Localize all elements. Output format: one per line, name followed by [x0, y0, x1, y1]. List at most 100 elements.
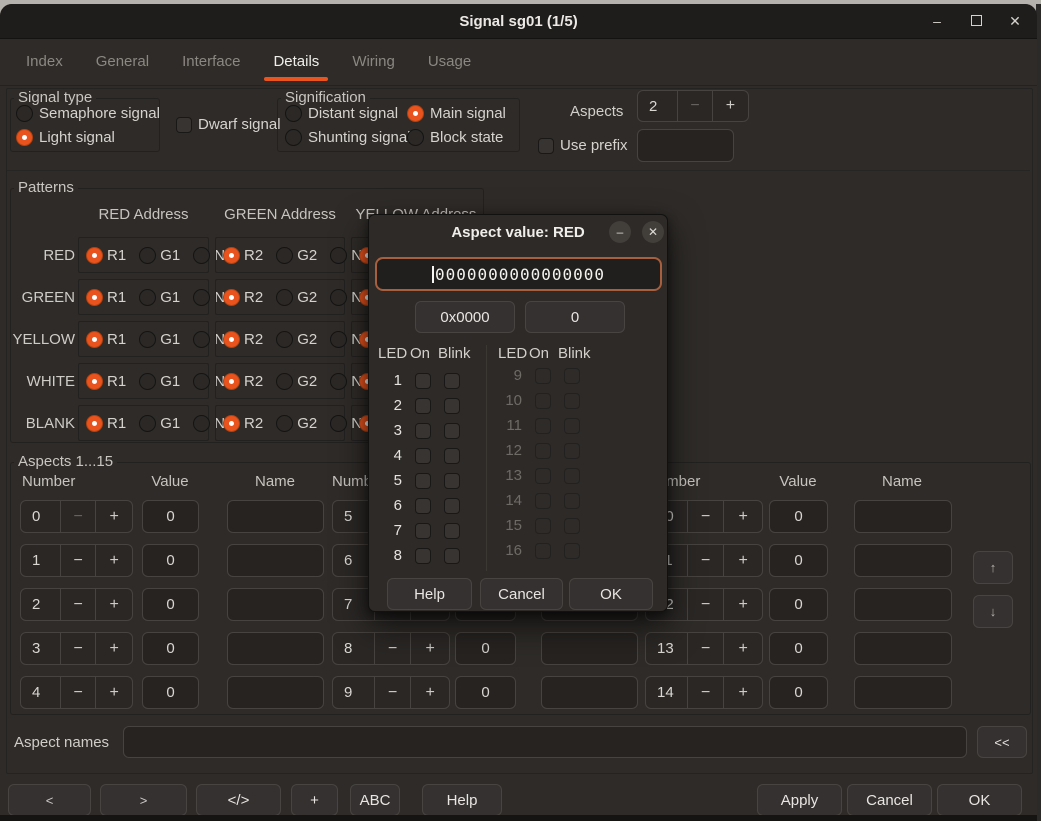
radio-icon[interactable]: [276, 289, 293, 306]
tab-general[interactable]: General: [96, 38, 149, 85]
dialog-minimize-icon[interactable]: –: [609, 221, 631, 243]
aspect-name-field[interactable]: [854, 544, 952, 577]
aspect-number-value[interactable]: 3: [21, 633, 60, 664]
aspect-name-field[interactable]: [227, 500, 324, 533]
number-plus-button[interactable]: +: [723, 501, 762, 532]
number-minus-button[interactable]: −: [374, 677, 411, 708]
tab-details[interactable]: Details: [273, 38, 319, 85]
checkbox-icon[interactable]: [176, 117, 192, 133]
radio-icon[interactable]: [139, 415, 156, 432]
radio-icon[interactable]: [276, 331, 293, 348]
led-blink-checkbox[interactable]: [444, 448, 460, 464]
footer-cancel-button[interactable]: Cancel: [847, 784, 932, 816]
footer-add-button[interactable]: +: [291, 784, 338, 816]
minimize-icon[interactable]: –: [929, 14, 945, 28]
radio-icon[interactable]: [86, 331, 103, 348]
number-minus-button[interactable]: −: [374, 633, 411, 664]
radio-icon[interactable]: [139, 331, 156, 348]
radio-icon[interactable]: [330, 289, 347, 306]
collapse-button[interactable]: <<: [977, 726, 1027, 758]
prefix-input[interactable]: [637, 129, 734, 162]
aspect-value-field[interactable]: 0: [769, 544, 828, 577]
led-blink-checkbox[interactable]: [444, 373, 460, 389]
led-blink-checkbox[interactable]: [444, 498, 460, 514]
aspect-names-input[interactable]: [123, 726, 967, 758]
maximize-icon[interactable]: [968, 14, 984, 28]
move-up-button[interactable]: ↑: [973, 551, 1013, 584]
number-plus-button[interactable]: +: [723, 545, 762, 576]
tab-interface[interactable]: Interface: [182, 38, 240, 85]
number-minus-button[interactable]: −: [60, 677, 96, 708]
radio-icon[interactable]: [86, 247, 103, 264]
aspect-name-field[interactable]: [541, 676, 638, 709]
pattern-radio-r1[interactable]: R1: [86, 247, 126, 264]
dialog-close-icon[interactable]: ✕: [642, 221, 664, 243]
footer-ok-button[interactable]: OK: [937, 784, 1022, 816]
radio-icon[interactable]: [276, 247, 293, 264]
aspect-name-field[interactable]: [227, 676, 324, 709]
radio-icon[interactable]: [276, 373, 293, 390]
modal-cancel-button[interactable]: Cancel: [480, 578, 563, 610]
number-plus-button[interactable]: +: [95, 633, 132, 664]
aspects-value[interactable]: 2: [638, 91, 677, 121]
pattern-radio-r2[interactable]: R2: [223, 247, 263, 264]
radio-icon[interactable]: [193, 331, 210, 348]
radio-icon[interactable]: [86, 289, 103, 306]
pattern-radio-g1[interactable]: G1: [139, 289, 180, 306]
radio-icon[interactable]: [139, 289, 156, 306]
aspect-name-field[interactable]: [227, 544, 324, 577]
radio-icon[interactable]: [407, 105, 424, 122]
number-minus-button[interactable]: −: [687, 545, 724, 576]
radio-icon[interactable]: [223, 331, 240, 348]
led-on-checkbox[interactable]: [415, 398, 431, 414]
led-on-checkbox[interactable]: [415, 548, 431, 564]
aspect-number-value[interactable]: 13: [646, 633, 687, 664]
aspect-value-field[interactable]: 0: [142, 676, 199, 709]
aspects-plus-button[interactable]: +: [712, 91, 748, 121]
footer-help-button[interactable]: Help: [422, 784, 502, 816]
footer-abc-button[interactable]: ABC: [350, 784, 400, 816]
hex-value-button[interactable]: 0x0000: [415, 301, 515, 333]
tab-usage[interactable]: Usage: [428, 38, 471, 85]
modal-ok-button[interactable]: OK: [569, 578, 653, 610]
radio-icon[interactable]: [223, 289, 240, 306]
aspect-value-field[interactable]: 0: [142, 500, 199, 533]
led-on-checkbox[interactable]: [415, 448, 431, 464]
number-minus-button[interactable]: −: [687, 677, 724, 708]
pattern-radio-g2[interactable]: G2: [276, 331, 317, 348]
pattern-radio-r1[interactable]: R1: [86, 415, 126, 432]
aspect-name-field[interactable]: [854, 588, 952, 621]
number-plus-button[interactable]: +: [95, 501, 132, 532]
aspects-minus-button[interactable]: −: [677, 91, 711, 121]
aspect-value-input[interactable]: 0000000000000000: [375, 257, 662, 291]
led-on-checkbox[interactable]: [415, 423, 431, 439]
led-on-checkbox[interactable]: [415, 473, 431, 489]
number-plus-button[interactable]: +: [410, 677, 449, 708]
pattern-radio-g2[interactable]: G2: [276, 373, 317, 390]
checkbox-icon[interactable]: [538, 138, 554, 154]
radio-block-state[interactable]: Block state: [407, 129, 503, 146]
pattern-radio-r1[interactable]: R1: [86, 289, 126, 306]
tab-wiring[interactable]: Wiring: [352, 38, 395, 85]
led-blink-checkbox[interactable]: [444, 473, 460, 489]
radio-icon[interactable]: [223, 373, 240, 390]
radio-icon[interactable]: [193, 289, 210, 306]
radio-distant-signal[interactable]: Distant signal: [285, 105, 398, 122]
radio-icon[interactable]: [330, 373, 347, 390]
radio-icon[interactable]: [223, 247, 240, 264]
radio-icon[interactable]: [16, 129, 33, 146]
radio-icon[interactable]: [193, 415, 210, 432]
aspect-number-value[interactable]: 8: [333, 633, 374, 664]
radio-semaphore-signal[interactable]: Semaphore signal: [16, 105, 160, 122]
pattern-radio-g1[interactable]: G1: [139, 331, 180, 348]
number-minus-button[interactable]: −: [60, 545, 96, 576]
aspect-value-field[interactable]: 0: [142, 544, 199, 577]
dec-value-button[interactable]: 0: [525, 301, 625, 333]
footer-next-button[interactable]: >: [100, 784, 187, 816]
led-blink-checkbox[interactable]: [444, 523, 460, 539]
move-down-button[interactable]: ↓: [973, 595, 1013, 628]
radio-icon[interactable]: [86, 373, 103, 390]
radio-icon[interactable]: [285, 105, 302, 122]
pattern-radio-g1[interactable]: G1: [139, 373, 180, 390]
radio-icon[interactable]: [193, 373, 210, 390]
